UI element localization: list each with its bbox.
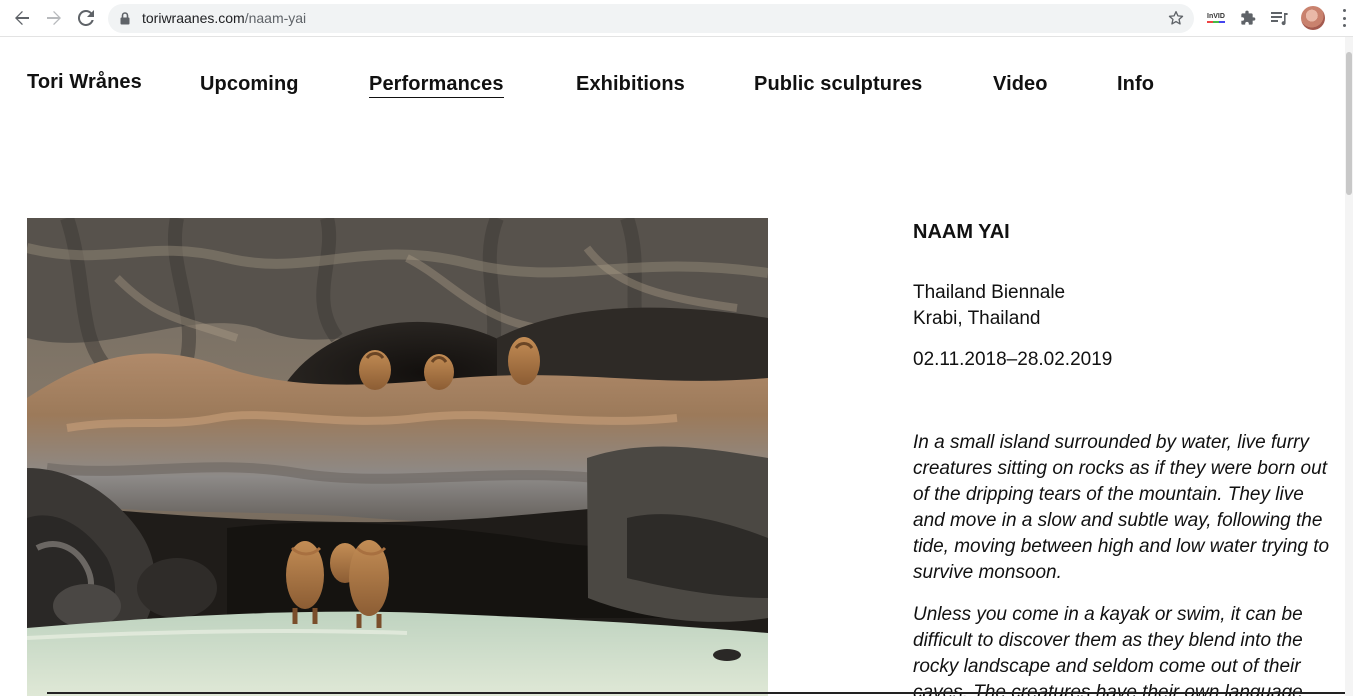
url-text[interactable]: toriwraanes.com/naam-yai [142,10,306,26]
work-venue: Thailand Biennale Krabi, Thailand [913,280,1065,332]
venue-location: Krabi, Thailand [913,308,1041,329]
forward-icon[interactable] [41,6,67,30]
url-host: toriwraanes.com [142,10,245,26]
scrollbar-thumb[interactable] [1346,52,1352,195]
url-path: /naam-yai [244,10,307,26]
puzzle-icon[interactable] [1236,6,1260,30]
horizontal-scrollbar[interactable] [47,692,1345,694]
more-menu-icon[interactable] [1336,9,1352,27]
nav-performances[interactable]: Performances [369,73,504,98]
work-title: NAAM YAI [913,221,1010,243]
nav-info[interactable]: Info [1117,73,1154,96]
nav-video[interactable]: Video [993,73,1048,96]
avatar[interactable] [1301,6,1325,30]
work-description: In a small island surrounded by water, l… [913,430,1333,696]
invid-extension-icon[interactable]: InVID [1204,6,1228,30]
back-icon[interactable] [9,6,35,30]
description-paragraph: In a small island surrounded by water, l… [913,432,1330,583]
address-bar[interactable]: toriwraanes.com/naam-yai [108,4,1194,33]
site-brand[interactable]: Tori Wrånes [27,71,142,94]
venue-name: Thailand Biennale [913,282,1066,303]
browser-toolbar: toriwraanes.com/naam-yai InVID [0,0,1353,37]
nav-upcoming[interactable]: Upcoming [200,73,299,96]
nav-exhibitions[interactable]: Exhibitions [576,73,685,96]
reload-icon[interactable] [73,6,99,30]
star-icon[interactable] [1168,10,1184,31]
work-dates: 02.11.2018–28.02.2019 [913,349,1113,370]
page-scrollbar[interactable] [1345,37,1353,696]
description-paragraph: Unless you come in a kayak or swim, it c… [913,604,1303,696]
lock-icon[interactable] [120,12,130,30]
site-nav: Tori Wrånes Upcoming Performances Exhibi… [0,38,1345,128]
nav-public-sculptures[interactable]: Public sculptures [754,73,922,96]
media-queue-icon[interactable] [1267,6,1291,30]
artwork-photo[interactable] [27,218,768,696]
invid-label: InVID [1207,13,1225,20]
